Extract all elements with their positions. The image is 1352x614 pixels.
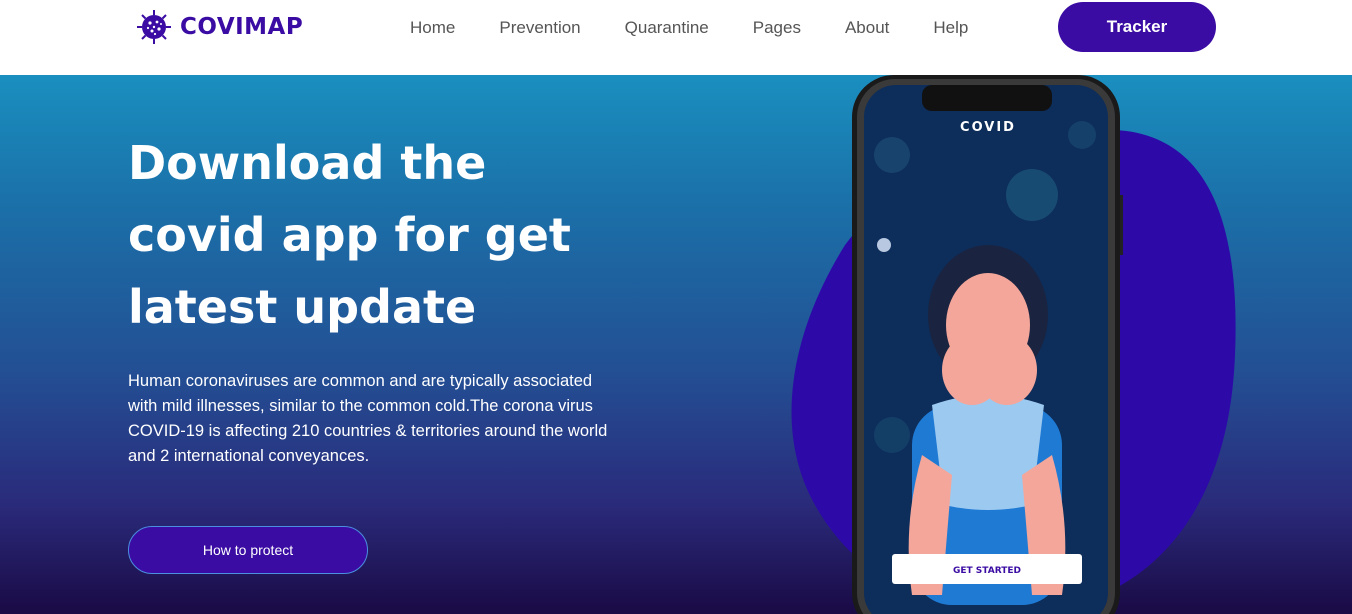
- how-to-protect-button[interactable]: How to protect: [128, 526, 368, 574]
- logo[interactable]: COVIMAP: [136, 9, 303, 45]
- nav-links: Home Prevention Quarantine Pages About H…: [388, 0, 990, 55]
- virus-logo-icon: [137, 10, 171, 44]
- brand-name: COVIMAP: [180, 14, 304, 40]
- tracker-button[interactable]: Tracker: [1058, 2, 1216, 52]
- nav-link-help[interactable]: Help: [933, 18, 968, 38]
- nav-link-about[interactable]: About: [845, 18, 889, 38]
- nav-link-prevention[interactable]: Prevention: [499, 18, 580, 38]
- nav-link-home[interactable]: Home: [410, 18, 455, 38]
- phone-mockup: COVID GET STARTED: [852, 75, 1123, 614]
- get-started-label: GET STARTED: [953, 566, 1021, 576]
- app-title: COVID: [960, 120, 1016, 135]
- nav-link-quarantine[interactable]: Quarantine: [625, 18, 709, 38]
- navbar: COVIMAP Home Prevention Quarantine Pages…: [0, 0, 1352, 75]
- hero-description: Human coronaviruses are common and are t…: [128, 372, 608, 465]
- nav-link-pages[interactable]: Pages: [753, 18, 801, 38]
- hero-section: Download the covid app for get latest up…: [0, 75, 1352, 614]
- hero-title: Download the covid app for get latest up…: [128, 136, 571, 334]
